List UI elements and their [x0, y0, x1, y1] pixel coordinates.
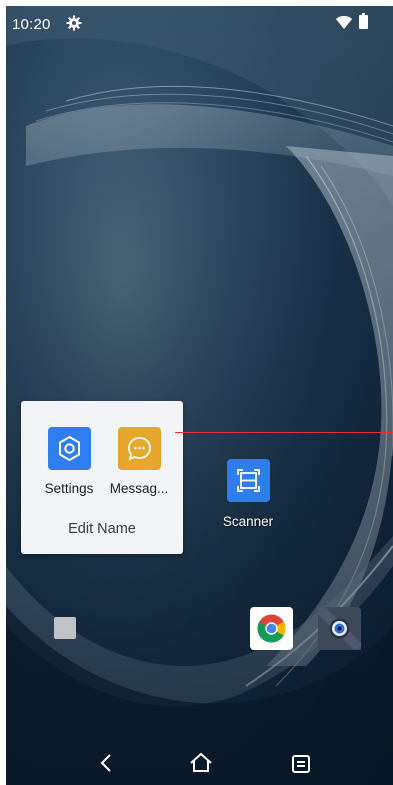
settings-app-icon[interactable] [47, 427, 91, 470]
battery-icon [359, 13, 368, 29]
scanner-app[interactable]: Scanner [209, 459, 287, 529]
chat-bubble-icon [127, 437, 151, 461]
camera-icon [314, 603, 365, 654]
settings-app[interactable]: Settings [34, 427, 104, 496]
recents-icon[interactable] [286, 748, 316, 778]
chrome-app[interactable] [250, 607, 293, 650]
scanner-app-icon[interactable] [226, 459, 270, 502]
wallpaper [6, 6, 393, 785]
wifi-icon [336, 16, 352, 29]
settings-app-label: Settings [44, 481, 94, 496]
status-time: 10:20 [12, 16, 51, 33]
messages-app-label: Messag... [109, 481, 169, 496]
messages-app-icon[interactable] [117, 427, 161, 470]
messages-app[interactable]: Messag... [104, 427, 174, 496]
scanner-app-label: Scanner [222, 514, 274, 529]
guide-line [175, 432, 393, 433]
edit-name-button[interactable]: Edit Name [21, 521, 183, 537]
scan-frame-icon [236, 469, 260, 492]
status-bar: 10:20 [6, 6, 393, 40]
home-screen: 10:20 Settings Messag... Edit Name Scann… [6, 6, 393, 785]
home-icon[interactable] [186, 748, 216, 778]
camera-app[interactable] [314, 603, 365, 654]
gear-icon [66, 15, 82, 31]
chrome-icon [257, 614, 286, 643]
gear-icon [58, 435, 80, 462]
back-icon[interactable] [91, 748, 121, 778]
app-folder-popup: Settings Messag... Edit Name [21, 401, 183, 554]
blank-square-icon[interactable] [54, 617, 76, 639]
navigation-bar [6, 746, 393, 785]
